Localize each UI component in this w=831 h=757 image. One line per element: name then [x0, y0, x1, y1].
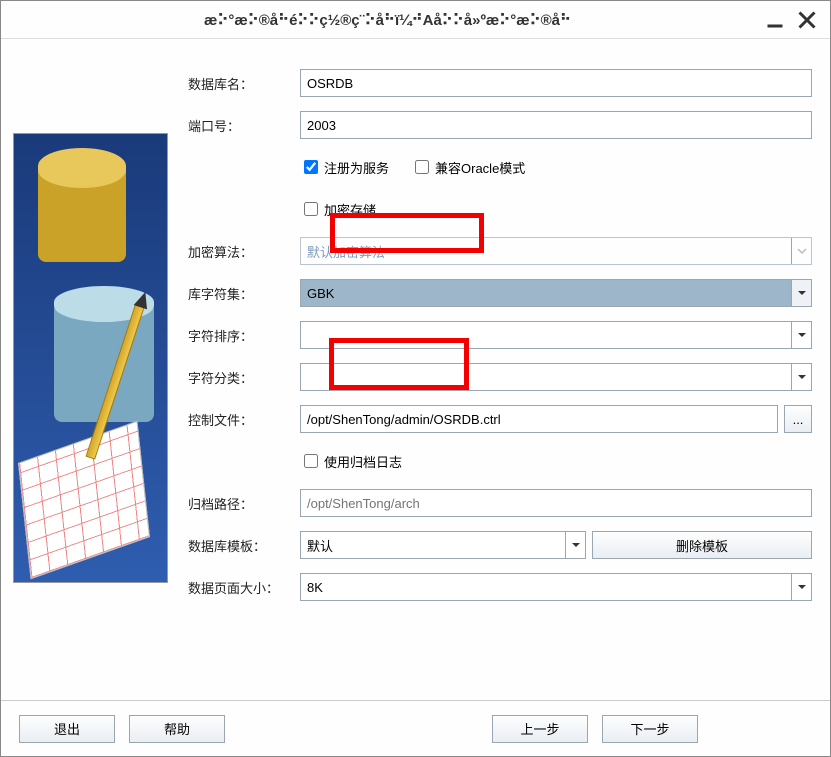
body: 数据库名： 端口号： 注册为服务: [1, 39, 830, 700]
reg-service-label: 注册为服务: [324, 158, 389, 177]
row-charset: 库字符集： GBK: [184, 279, 812, 307]
row-char-class: 字符分类：: [184, 363, 812, 391]
window-title: æ⠕°æ⠕®å⠓é⠕⠕ç½®ç¨⠕å⠓ï¼⠚Aå⠕⠕å»ºæ⠕°æ⠕®å⠓: [9, 11, 766, 29]
label-db-template: 数据库模板：: [184, 536, 296, 555]
oracle-mode-checkbox-wrap[interactable]: 兼容Oracle模式: [411, 158, 525, 177]
encrypt-algo-value: 默认加密算法: [307, 242, 385, 261]
encrypt-algo-combo: 默认加密算法: [300, 237, 812, 265]
titlebar-buttons: [766, 11, 822, 29]
use-archive-checkbox[interactable]: [304, 454, 318, 468]
chevron-down-icon[interactable]: [565, 532, 585, 558]
label-port: 端口号：: [184, 116, 296, 135]
prev-button[interactable]: 上一步: [492, 715, 588, 743]
row-db-name: 数据库名：: [184, 69, 812, 97]
ctrl-file-input[interactable]: [300, 405, 778, 433]
minimize-button[interactable]: [766, 11, 784, 29]
next-button[interactable]: 下一步: [602, 715, 698, 743]
charset-value: GBK: [307, 286, 334, 301]
label-charset: 库字符集：: [184, 284, 296, 303]
oracle-mode-label: 兼容Oracle模式: [435, 158, 525, 177]
help-button[interactable]: 帮助: [129, 715, 225, 743]
encrypt-store-label: 加密存储: [324, 200, 376, 219]
decorative-image: [13, 133, 168, 583]
collation-combo[interactable]: [300, 321, 812, 349]
encrypt-store-checkbox-wrap[interactable]: 加密存储: [300, 200, 376, 219]
reg-service-checkbox-wrap[interactable]: 注册为服务: [300, 158, 389, 177]
encrypt-store-checkbox[interactable]: [304, 202, 318, 216]
chevron-down-icon: [791, 238, 811, 264]
oracle-mode-checkbox[interactable]: [415, 160, 429, 174]
chevron-down-icon[interactable]: [791, 280, 811, 306]
label-encrypt-algo: 加密算法：: [184, 242, 296, 261]
port-input[interactable]: [300, 111, 812, 139]
exit-button[interactable]: 退出: [19, 715, 115, 743]
browse-button[interactable]: ...: [784, 405, 812, 433]
db-template-combo[interactable]: 默认: [300, 531, 586, 559]
footer: 退出 帮助 上一步 下一步: [1, 700, 830, 756]
row-encrypt-store: 加密存储: [184, 195, 812, 223]
use-archive-checkbox-wrap[interactable]: 使用归档日志: [300, 452, 402, 471]
chevron-down-icon[interactable]: [791, 364, 811, 390]
delete-template-button[interactable]: 删除模板: [592, 531, 812, 559]
chevron-down-icon[interactable]: [791, 322, 811, 348]
row-collation: 字符排序：: [184, 321, 812, 349]
form: 数据库名： 端口号： 注册为服务: [184, 63, 818, 692]
label-ctrl-file: 控制文件：: [184, 410, 296, 429]
label-page-size: 数据页面大小：: [184, 578, 296, 597]
use-archive-label: 使用归档日志: [324, 452, 402, 471]
row-page-size: 数据页面大小： 8K: [184, 573, 812, 601]
row-ctrl-file: 控制文件： ...: [184, 405, 812, 433]
row-archive-path: 归档路径：: [184, 489, 812, 517]
label-collation: 字符排序：: [184, 326, 296, 345]
label-char-class: 字符分类：: [184, 368, 296, 387]
row-db-template: 数据库模板： 默认 删除模板: [184, 531, 812, 559]
row-encrypt-algo: 加密算法： 默认加密算法: [184, 237, 812, 265]
row-port: 端口号：: [184, 111, 812, 139]
row-checkboxes-1: 注册为服务 兼容Oracle模式: [184, 153, 812, 181]
reg-service-checkbox[interactable]: [304, 160, 318, 174]
page-size-combo[interactable]: 8K: [300, 573, 812, 601]
row-use-archive: 使用归档日志: [184, 447, 812, 475]
close-button[interactable]: [798, 11, 816, 29]
label-archive-path: 归档路径：: [184, 494, 296, 513]
window: æ⠕°æ⠕®å⠓é⠕⠕ç½®ç¨⠕å⠓ï¼⠚Aå⠕⠕å»ºæ⠕°æ⠕®å⠓ 数据…: [0, 0, 831, 757]
page-size-value: 8K: [307, 580, 323, 595]
titlebar: æ⠕°æ⠕®å⠓é⠕⠕ç½®ç¨⠕å⠓ï¼⠚Aå⠕⠕å»ºæ⠕°æ⠕®å⠓: [1, 1, 830, 39]
char-class-combo[interactable]: [300, 363, 812, 391]
db-name-input[interactable]: [300, 69, 812, 97]
content: 数据库名： 端口号： 注册为服务: [1, 39, 830, 756]
charset-combo[interactable]: GBK: [300, 279, 812, 307]
archive-path-input: [300, 489, 812, 517]
db-template-value: 默认: [307, 536, 333, 555]
label-db-name: 数据库名：: [184, 74, 296, 93]
chevron-down-icon[interactable]: [791, 574, 811, 600]
